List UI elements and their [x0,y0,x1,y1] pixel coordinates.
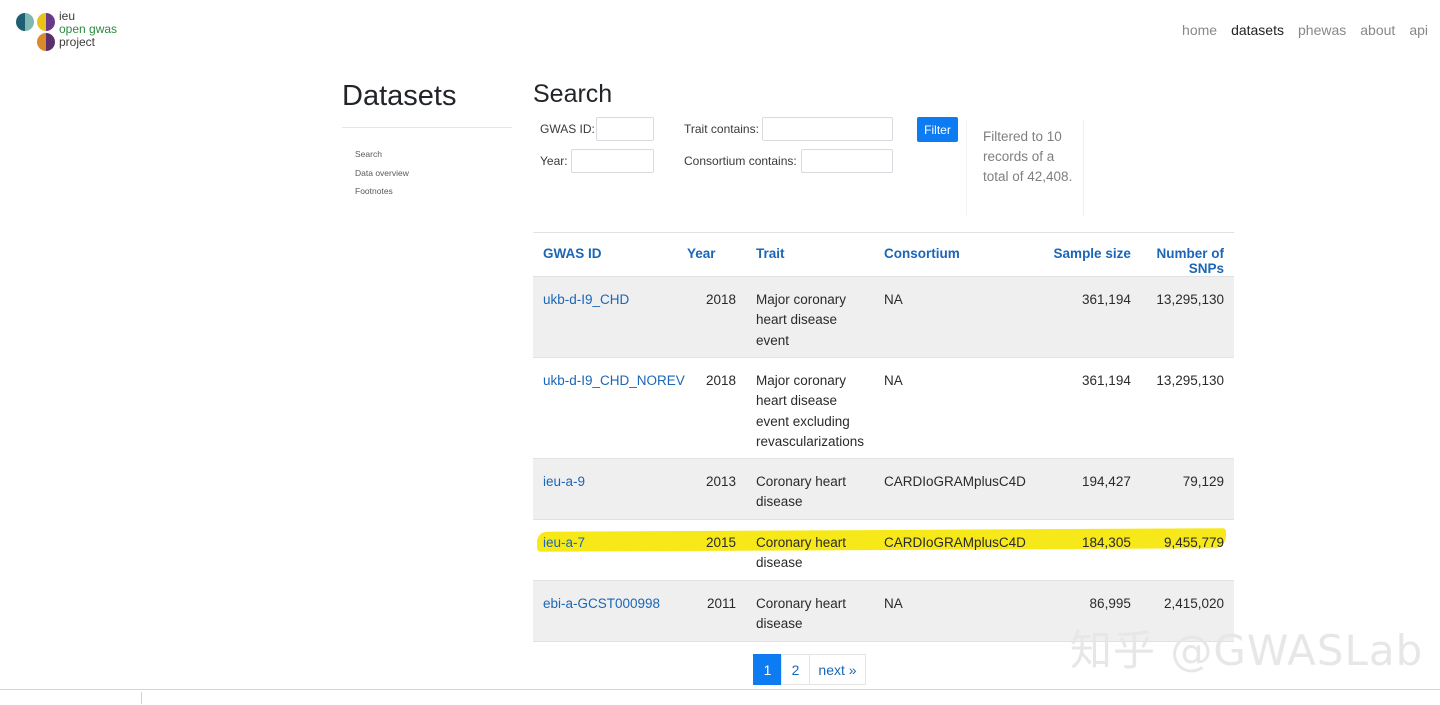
search-title: Search [533,80,613,108]
consortium-cell: NA [884,292,903,307]
next-page-button[interactable]: next » [809,654,866,685]
gwas-id-link[interactable]: ukb-d-I9_CHD_NOREV [543,373,685,388]
gwas-id-input[interactable] [596,117,654,141]
gwas-id-link[interactable]: ebi-a-GCST000998 [543,596,660,611]
table-header-row: GWAS ID Year Trait Consortium Sample siz… [533,232,1234,277]
bottom-divider [141,692,142,704]
pagination: 1 2 next » [753,654,866,685]
sidebar-divider [342,127,512,128]
snps-cell: 13,295,130 [1156,292,1224,307]
nav-about[interactable]: about [1360,22,1395,38]
gwas-id-link[interactable]: ukb-d-I9_CHD [543,292,629,307]
trait-input[interactable] [762,117,893,141]
consortium-label: Consortium contains: [684,154,797,168]
year-input[interactable] [571,149,654,173]
gwas-id-link[interactable]: ieu-a-7 [543,535,585,550]
header-gwas-id[interactable]: GWAS ID [533,233,687,277]
year-label: Year: [540,154,568,168]
logo-dot-1 [16,13,34,31]
logo-text: ieu open gwas project [59,10,117,49]
year-cell: 2011 [706,596,736,611]
sidebar-links: Search Data overview Footnotes [355,145,409,201]
watermark: 知乎 @GWASLab [1070,626,1424,675]
consortium-cell: CARDIoGRAMplusC4D [884,474,1026,489]
filtered-count-text: Filtered to 10 records of a total of 42,… [966,120,1084,216]
year-cell: 2018 [705,373,736,388]
filter-button[interactable]: Filter [917,117,958,142]
snps-cell: 13,295,130 [1156,373,1224,388]
logo-dot-3 [37,33,55,51]
table-row: ukb-d-I9_CHD 2018 Major coronary heart d… [533,276,1234,358]
page-title: Datasets [342,80,457,112]
year-cell: 2013 [705,474,736,489]
header-sample-size[interactable]: Sample size [1026,233,1141,277]
datasets-table: GWAS ID Year Trait Consortium Sample siz… [533,232,1234,642]
year-cell: 2018 [705,292,736,307]
sample-size-cell: 194,427 [1082,474,1131,489]
trait-cell: Coronary heart disease [756,596,847,632]
nav-home[interactable]: home [1182,22,1217,38]
sidebar-link-data-overview[interactable]: Data overview [355,164,409,183]
snps-cell: 9,455,779 [1163,535,1224,550]
sidebar-link-footnotes[interactable]: Footnotes [355,182,409,201]
nav-datasets[interactable]: datasets [1231,22,1284,38]
consortium-cell: CARDIoGRAMplusC4D [884,535,1026,550]
trait-cell: Coronary heart disease [756,474,847,510]
trait-label: Trait contains: [684,122,759,136]
consortium-input[interactable] [801,149,893,173]
trait-cell: Major coronary heart disease event [756,292,847,348]
trait-cell: Coronary heart disease [756,535,847,571]
top-nav: home datasets phewas about api [1182,22,1428,38]
header-trait[interactable]: Trait [756,233,884,277]
logo-dot-2 [37,13,55,31]
header-year[interactable]: Year [687,233,756,277]
trait-cell: Major coronary heart disease event exclu… [756,373,865,449]
sample-size-cell: 361,194 [1082,373,1131,388]
bottom-bar [0,689,1440,705]
sample-size-cell: 184,305 [1082,535,1131,550]
gwas-id-link[interactable]: ieu-a-9 [543,474,585,489]
gwas-id-label: GWAS ID: [540,122,595,136]
nav-api[interactable]: api [1409,22,1428,38]
snps-cell: 79,129 [1182,474,1224,489]
page-2-button[interactable]: 2 [781,654,810,685]
logo-line-3: project [59,35,96,49]
consortium-cell: NA [884,596,903,611]
table-row: ukb-d-I9_CHD_NOREV 2018 Major coronary h… [533,358,1234,459]
table-row: ieu-a-9 2013 Coronary heart disease CARD… [533,458,1234,520]
sample-size-cell: 361,194 [1082,292,1131,307]
table-row: ieu-a-7 2015 Coronary heart disease CARD… [533,520,1234,581]
header-number-of-snps[interactable]: Number of SNPs [1141,233,1234,277]
consortium-cell: NA [884,373,903,388]
year-cell: 2015 [705,535,736,550]
logo[interactable]: ieu open gwas project [16,10,136,52]
page-1-button[interactable]: 1 [753,654,782,685]
header-consortium[interactable]: Consortium [884,233,1026,277]
sidebar-link-search[interactable]: Search [355,145,409,164]
nav-phewas[interactable]: phewas [1298,22,1346,38]
